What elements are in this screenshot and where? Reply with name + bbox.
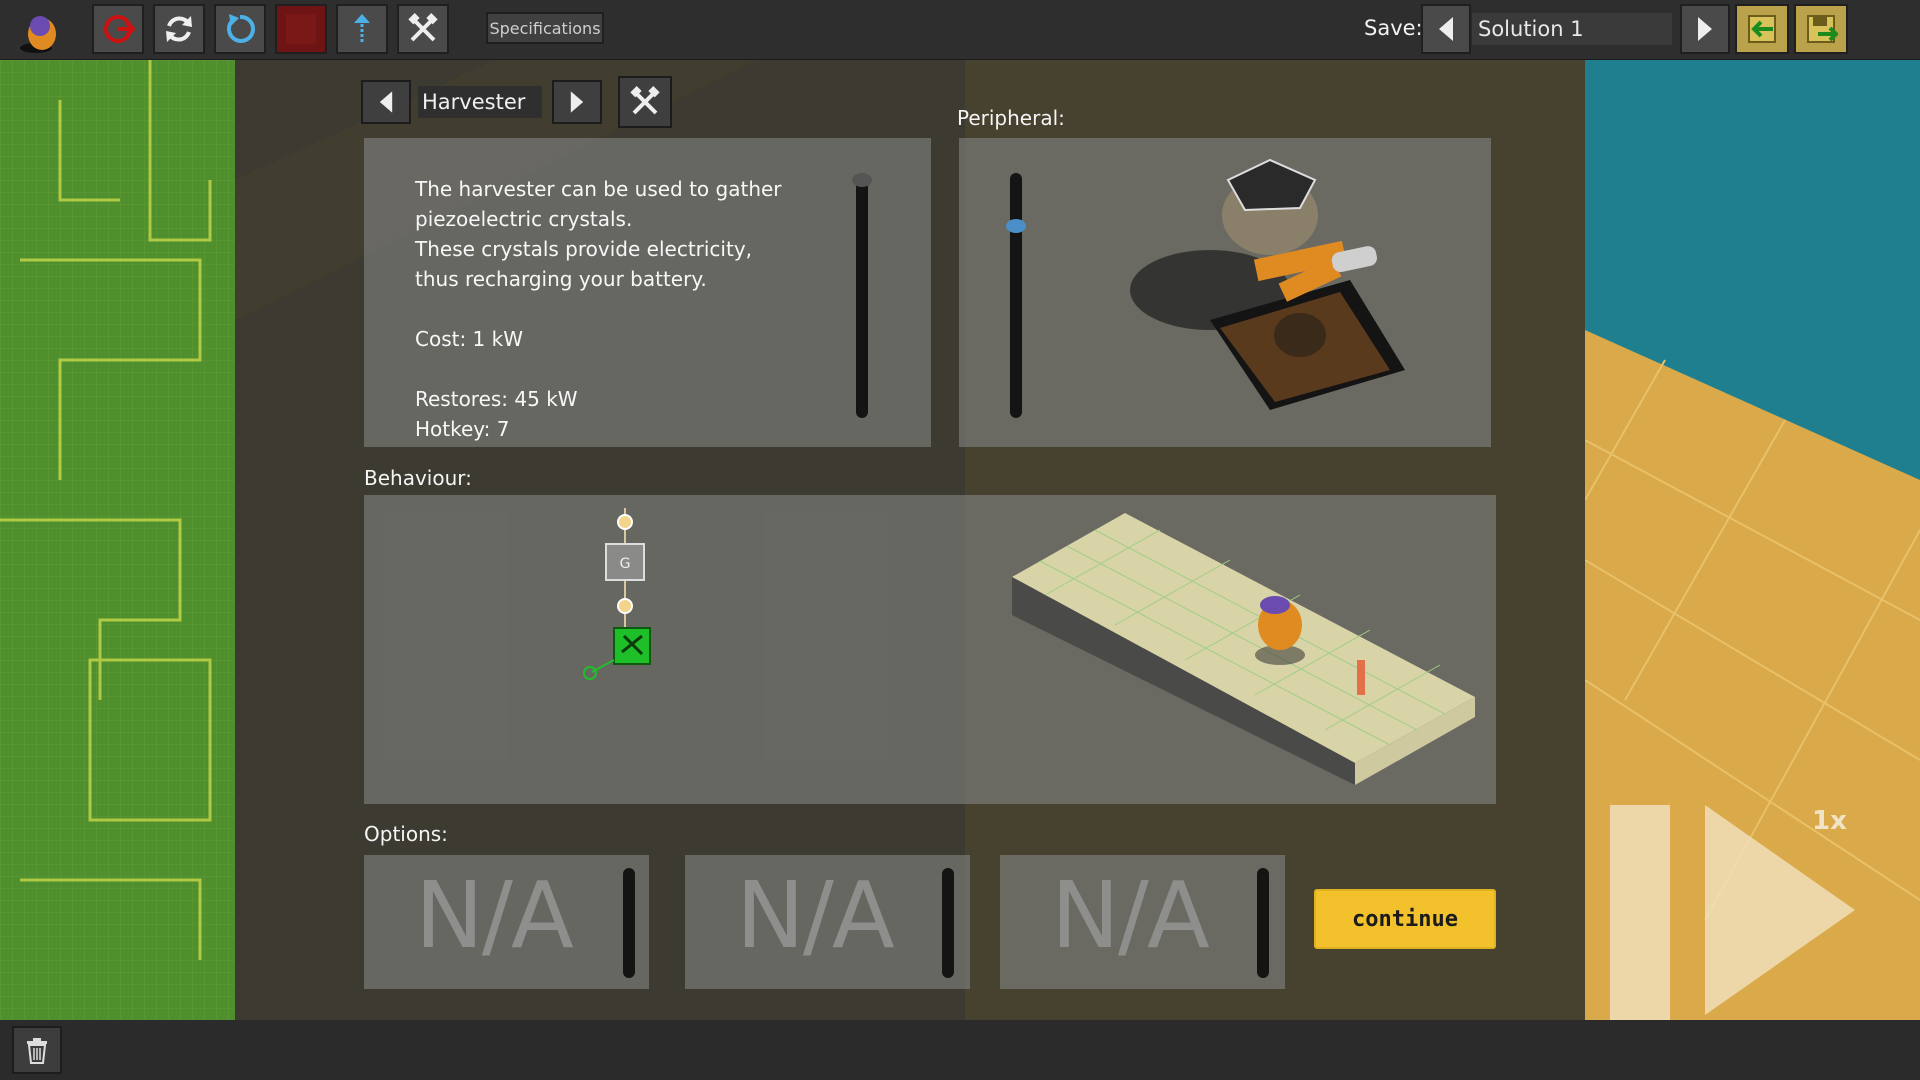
undo-icon	[227, 14, 255, 43]
top-toolbar: Specifications Save: Solution 1	[0, 0, 1920, 60]
flow-node	[617, 514, 633, 530]
description-scroll-handle[interactable]	[852, 173, 872, 187]
description-line: The harvester can be used to gather	[415, 177, 782, 201]
tools-icon	[408, 13, 438, 42]
flow-output-node	[583, 666, 597, 680]
chevron-left-icon	[1439, 17, 1453, 41]
flow-node	[617, 598, 633, 614]
behaviour-heading: Behaviour:	[364, 466, 472, 490]
circuit-board-background	[0, 60, 235, 1020]
stop-icon	[286, 14, 316, 44]
next-module-button[interactable]	[552, 80, 602, 124]
previous-solution-button[interactable]	[1421, 4, 1471, 54]
continue-button[interactable]: continue	[1314, 889, 1496, 949]
previous-module-button[interactable]	[361, 80, 411, 124]
play-triangle[interactable]	[1705, 805, 1855, 1015]
chevron-right-icon	[570, 91, 584, 113]
description-line: piezoelectric crystals.	[415, 207, 633, 231]
upload-icon	[354, 14, 370, 42]
save-solution-button[interactable]	[1794, 4, 1848, 54]
description-scrollbar[interactable]	[856, 173, 868, 418]
module-cost: Cost: 1 kW	[415, 327, 523, 351]
peripheral-heading: Peripheral:	[957, 106, 1065, 130]
trash-icon	[27, 1038, 47, 1064]
speed-indicator[interactable]: 1x	[1812, 806, 1847, 836]
behaviour-flow-diagram: G	[583, 508, 651, 680]
peripheral-slider[interactable]	[1010, 173, 1022, 418]
chevron-left-icon	[379, 91, 393, 113]
option-3-value: N/A	[1051, 862, 1210, 969]
sensor-block-icon: G	[620, 556, 631, 572]
option-2-slider[interactable]	[942, 868, 954, 978]
stop-button[interactable]	[275, 4, 327, 54]
pause-bar[interactable]	[1610, 805, 1670, 1020]
robot-logo-icon	[12, 6, 64, 54]
robot-head	[1260, 596, 1290, 614]
refresh-button[interactable]	[153, 4, 205, 54]
option-1-value: N/A	[415, 862, 574, 969]
behaviour-preview-scene	[1012, 513, 1475, 785]
options-heading: Options:	[364, 822, 448, 846]
save-icon	[1807, 15, 1838, 43]
module-tools-button[interactable]	[618, 76, 672, 128]
crystal-marker	[1357, 660, 1365, 695]
specifications-button[interactable]: Specifications	[486, 12, 604, 44]
solution-name-field[interactable]: Solution 1	[1472, 13, 1672, 45]
load-icon	[1748, 15, 1776, 43]
refresh-icon	[166, 16, 192, 42]
harvester-peripheral-model	[1130, 158, 1405, 410]
option-3-slider[interactable]	[1257, 868, 1269, 978]
tools-button[interactable]	[397, 4, 449, 54]
option-1-slider[interactable]	[623, 868, 635, 978]
peripheral-slider-handle[interactable]	[1006, 219, 1026, 233]
load-solution-button[interactable]	[1735, 4, 1789, 54]
bottom-bar	[0, 1020, 1920, 1080]
chevron-right-icon	[1698, 17, 1712, 41]
description-line: These crystals provide electricity,	[415, 237, 753, 261]
exit-icon	[104, 15, 135, 43]
module-hotkey: Hotkey: 7	[415, 417, 510, 441]
undo-button[interactable]	[214, 4, 266, 54]
save-label: Save:	[1364, 16, 1423, 40]
trash-button[interactable]	[12, 1026, 62, 1074]
exit-button[interactable]	[92, 4, 144, 54]
module-description: The harvester can be used to gather piez…	[415, 174, 782, 444]
circuit-pattern	[0, 60, 235, 1020]
description-line: thus recharging your battery.	[415, 267, 707, 291]
option-2-value: N/A	[736, 862, 895, 969]
module-restores: Restores: 45 kW	[415, 387, 578, 411]
tools-icon	[630, 86, 660, 115]
next-solution-button[interactable]	[1680, 4, 1730, 54]
upload-button[interactable]	[336, 4, 388, 54]
module-name: Harvester	[418, 86, 542, 118]
